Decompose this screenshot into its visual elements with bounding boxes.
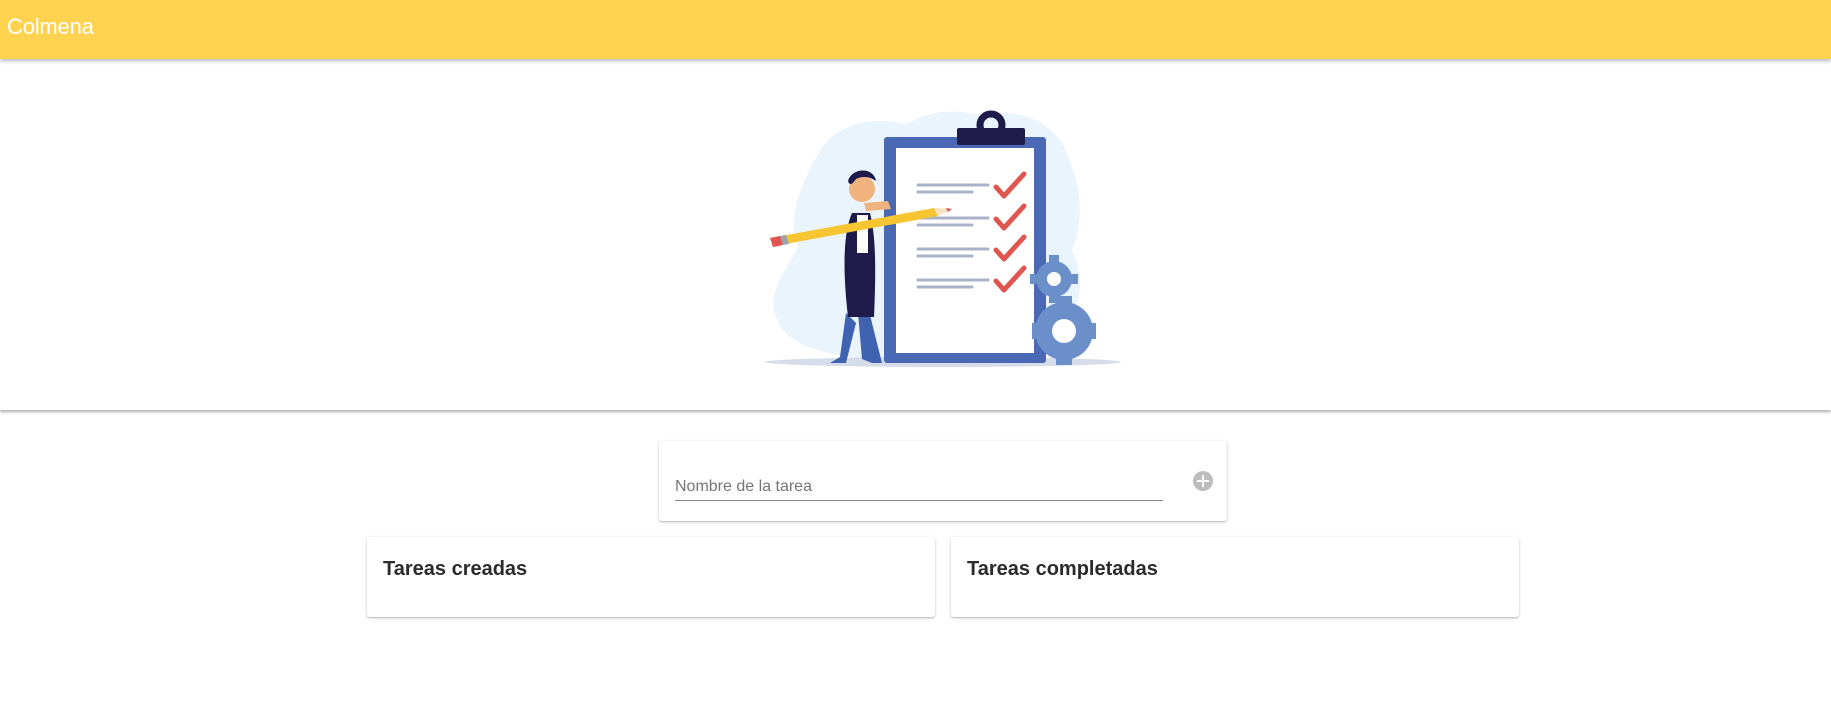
add-circle-icon <box>1193 471 1213 491</box>
task-checklist-illustration <box>765 110 1121 367</box>
new-task-card <box>659 441 1227 521</box>
task-name-input[interactable] <box>675 477 1163 501</box>
top-app-bar: Colmena <box>0 0 1831 59</box>
completed-tasks-title: Tareas completadas <box>967 558 1158 580</box>
add-task-button[interactable] <box>1191 469 1215 493</box>
created-tasks-title: Tareas creadas <box>383 558 528 580</box>
completed-tasks-card: Tareas completadas <box>951 537 1519 617</box>
created-tasks-card: Tareas creadas <box>367 537 935 617</box>
app-title: Colmena <box>7 14 94 39</box>
hero-banner <box>0 59 1831 410</box>
